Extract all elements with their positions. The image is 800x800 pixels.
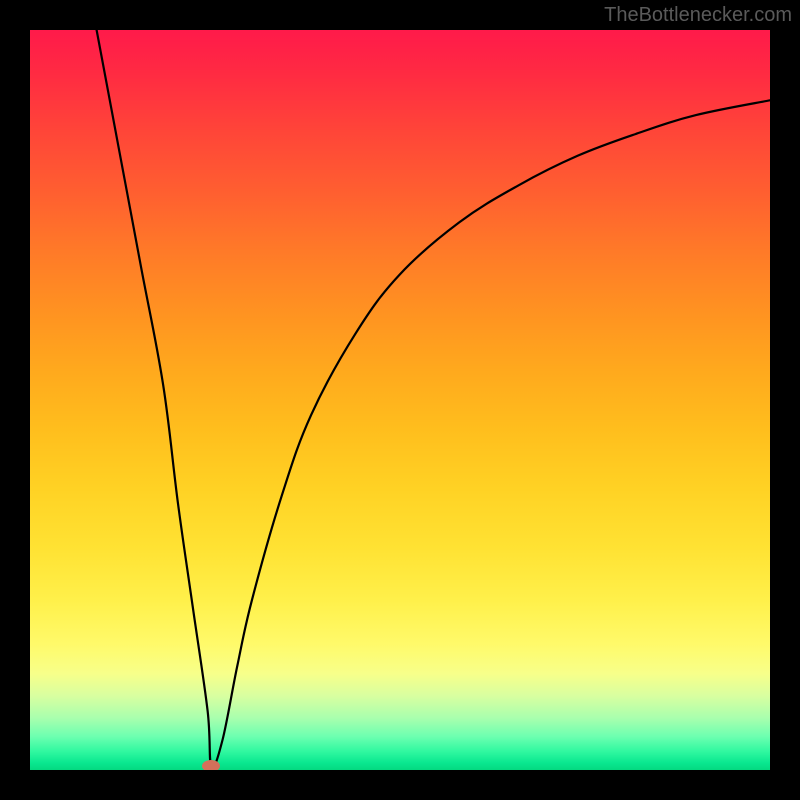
watermark: TheBottlenecker.com bbox=[604, 4, 792, 27]
chart-canvas: TheBottlenecker.com bbox=[0, 0, 800, 800]
gradient-background bbox=[30, 30, 770, 770]
optimal-point-marker bbox=[202, 760, 220, 770]
plot-area bbox=[30, 30, 770, 770]
